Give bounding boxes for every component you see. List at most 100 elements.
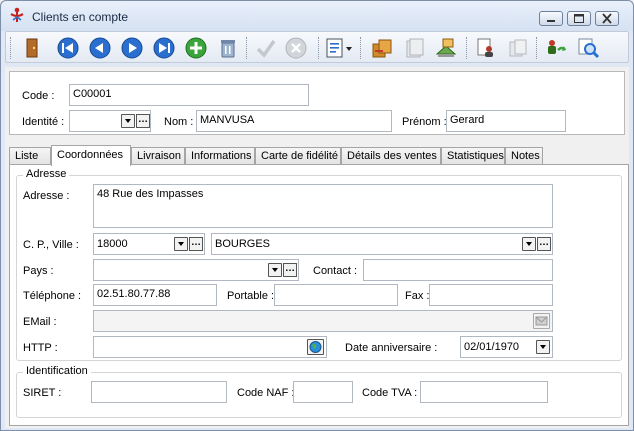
- tab-livraison[interactable]: Livraison: [131, 147, 185, 165]
- adresse-label: Adresse :: [23, 190, 70, 202]
- statistics-button[interactable]: [434, 36, 458, 60]
- portable-field[interactable]: [274, 284, 398, 306]
- code-postal-browse-button[interactable]: …: [189, 237, 203, 251]
- last-record-button[interactable]: [152, 36, 176, 60]
- tab-coordonnees[interactable]: Coordonnées: [51, 145, 131, 166]
- refresh-button[interactable]: [544, 36, 568, 60]
- prenom-label: Prénom :: [402, 116, 447, 128]
- toolbar-separator: [246, 37, 248, 59]
- date-anniversaire-field[interactable]: 02/01/1970: [460, 336, 553, 358]
- ville-combo[interactable]: BOURGES …: [211, 233, 553, 255]
- cancel-icon: [285, 37, 307, 59]
- tab-informations[interactable]: Informations: [185, 147, 255, 165]
- identite-label: Identité :: [22, 116, 65, 128]
- next-record-icon: [121, 37, 143, 59]
- identite-combo[interactable]: …: [69, 110, 151, 132]
- code-postal-combo[interactable]: 18000 …: [93, 233, 205, 255]
- history-button[interactable]: [370, 36, 394, 60]
- code-label: Code :: [22, 90, 55, 102]
- first-record-button[interactable]: [56, 36, 80, 60]
- telephone-field[interactable]: 02.51.80.77.88: [93, 284, 217, 306]
- tab-liste[interactable]: Liste: [9, 147, 51, 165]
- code-postal-dropdown-button[interactable]: [174, 237, 188, 251]
- chevron-down-icon: [526, 242, 532, 246]
- maximize-icon: [574, 14, 584, 23]
- next-record-button[interactable]: [120, 36, 144, 60]
- close-button[interactable]: [595, 11, 619, 26]
- minimize-icon: [547, 20, 555, 22]
- fax-label: Fax :: [405, 290, 430, 302]
- add-record-button[interactable]: [184, 36, 208, 60]
- pays-label: Pays :: [23, 265, 54, 277]
- identite-dropdown-button[interactable]: [121, 114, 135, 128]
- http-label: HTTP :: [23, 342, 58, 354]
- toolbar-separator: [466, 37, 468, 59]
- copy-icon: [509, 39, 527, 57]
- tab-carte-fidelite[interactable]: Carte de fidélité: [255, 147, 341, 165]
- tab-notes[interactable]: Notes: [505, 147, 543, 165]
- code-naf-label: Code NAF :: [237, 387, 295, 399]
- search-button[interactable]: [576, 36, 600, 60]
- delete-record-button[interactable]: [216, 36, 240, 60]
- ville-browse-button[interactable]: …: [537, 237, 551, 251]
- ville-value: BOURGES: [215, 238, 271, 250]
- refresh-icon: [548, 40, 566, 54]
- identite-browse-button[interactable]: …: [136, 114, 150, 128]
- fax-field[interactable]: [429, 284, 553, 306]
- send-email-button[interactable]: [533, 313, 550, 329]
- chevron-down-icon: [272, 268, 278, 272]
- telephone-label: Téléphone :: [23, 290, 82, 302]
- maximize-button[interactable]: [567, 11, 591, 26]
- contact-label: Contact :: [313, 265, 358, 277]
- open-website-button[interactable]: [307, 339, 324, 355]
- report-menu-icon: [326, 38, 352, 58]
- email-field[interactable]: [93, 310, 553, 332]
- close-icon: [602, 13, 612, 24]
- envelope-icon: [535, 316, 548, 326]
- chevron-down-icon: [178, 242, 184, 246]
- exit-button[interactable]: [20, 36, 44, 60]
- tab-details-ventes[interactable]: Détails des ventes: [341, 147, 441, 165]
- client-header-panel: Code : C00001 Identité : … Nom : MANVUSA…: [9, 71, 625, 135]
- code-postal-value: 18000: [97, 238, 128, 250]
- exit-icon: [26, 38, 38, 58]
- cp-ville-label: C. P., Ville :: [23, 239, 79, 251]
- users-button[interactable]: [474, 36, 498, 60]
- validate-button[interactable]: [254, 36, 278, 60]
- date-anniversaire-value: 02/01/1970: [464, 341, 520, 353]
- toolbar-separator: [318, 37, 320, 59]
- code-field[interactable]: C00001: [69, 84, 309, 106]
- pays-combo[interactable]: …: [93, 259, 299, 281]
- main-window: Clients en compte Code: C00001 Identité…: [0, 0, 634, 431]
- date-picker-button[interactable]: [536, 340, 550, 354]
- report-menu-button[interactable]: [324, 36, 354, 60]
- pays-dropdown-button[interactable]: [268, 263, 282, 277]
- nom-label: Nom :: [164, 116, 194, 128]
- copy-button[interactable]: [506, 36, 530, 60]
- documents-icon: [406, 38, 424, 58]
- chevron-down-icon: [540, 345, 546, 349]
- users-icon: [477, 38, 493, 57]
- code-tva-label: Code TVA :: [362, 387, 418, 399]
- http-field[interactable]: [93, 336, 327, 358]
- siret-field[interactable]: [91, 381, 227, 403]
- code-tva-field[interactable]: [420, 381, 548, 403]
- title-bar[interactable]: Clients en compte: [1, 1, 633, 31]
- adresse-field[interactable]: 48 Rue des Impasses: [93, 184, 553, 228]
- delete-record-icon: [221, 40, 235, 58]
- app-logo-icon: [10, 7, 24, 22]
- adresse-group: Adresse Adresse : 48 Rue des Impasses C.…: [16, 168, 622, 361]
- prenom-field[interactable]: Gerard: [446, 110, 566, 132]
- code-naf-field[interactable]: [293, 381, 353, 403]
- documents-button[interactable]: [402, 36, 426, 60]
- minimize-button[interactable]: [539, 11, 563, 26]
- pays-browse-button[interactable]: …: [283, 263, 297, 277]
- previous-record-button[interactable]: [88, 36, 112, 60]
- nom-field[interactable]: MANVUSA: [196, 110, 392, 132]
- cancel-button[interactable]: [284, 36, 308, 60]
- siret-label: SIRET :: [23, 387, 62, 399]
- history-icon: [372, 39, 392, 58]
- ville-dropdown-button[interactable]: [522, 237, 536, 251]
- contact-field[interactable]: [363, 259, 553, 281]
- tab-statistiques[interactable]: Statistiques: [441, 147, 505, 165]
